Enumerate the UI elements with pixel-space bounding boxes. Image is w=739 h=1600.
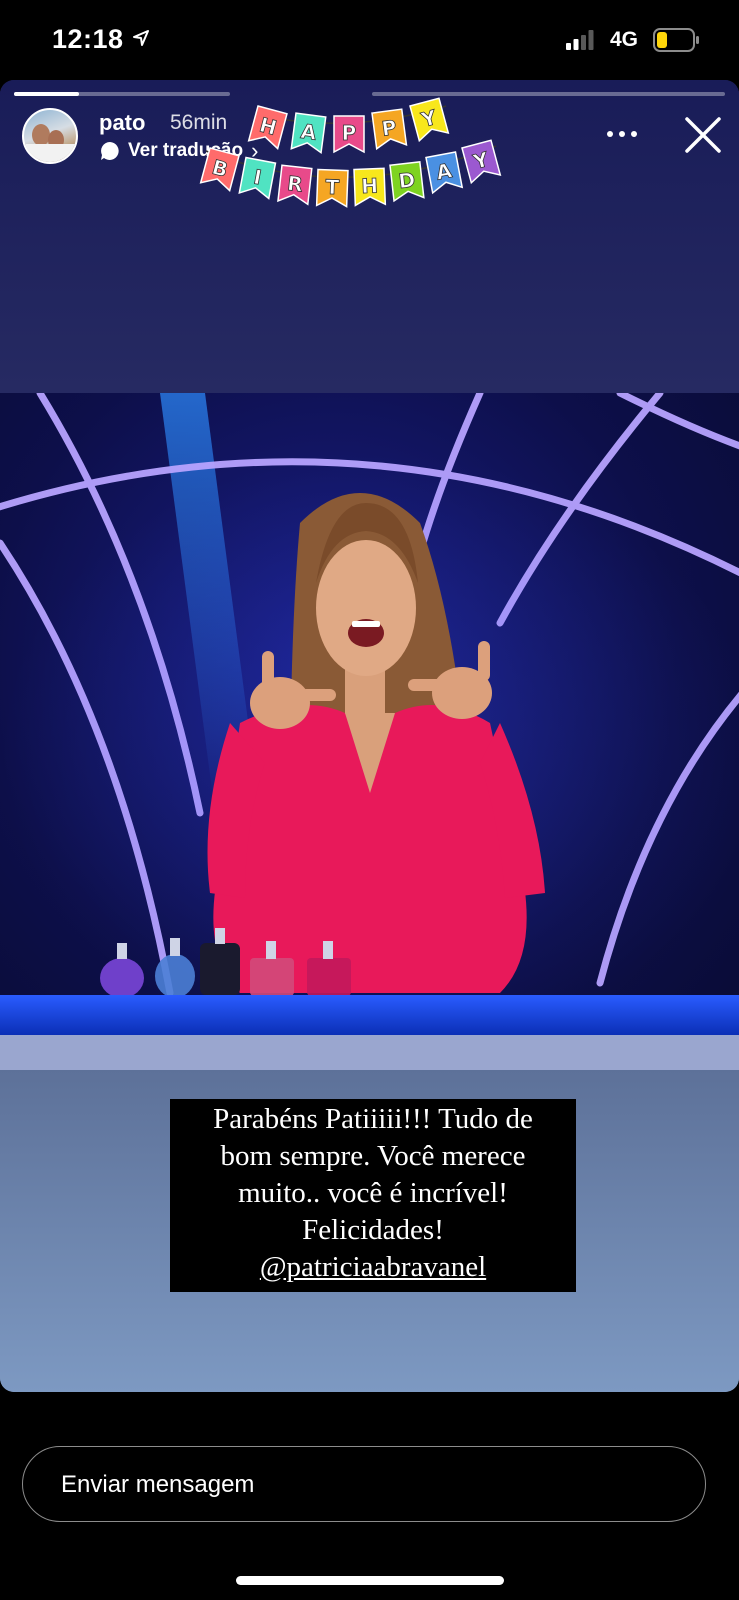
battery-low-icon [653,28,699,52]
send-message-input[interactable] [59,1447,663,1522]
close-button[interactable] [684,116,722,154]
story-caption: Parabéns Patiiiii!!! Tudo de bom sempre.… [170,1099,576,1292]
stage-photo-illustration [0,393,739,1070]
cellular-signal-icon [566,30,594,50]
birthday-flag: A [425,151,464,195]
birthday-flag: I [238,156,277,200]
status-bar: 12:18 4G [0,0,739,80]
birthday-flag: P [371,108,408,151]
happy-birthday-sticker[interactable]: HAPPY BIRTHDAY [196,96,516,226]
speech-bubble-icon [101,142,119,160]
birthday-flag: B [199,147,240,192]
birthday-flag-letter: D [397,168,416,194]
birthday-flag-letter: H [361,174,379,199]
caption-line: Felicidades! [302,1214,444,1246]
close-icon [685,117,721,153]
story-viewer[interactable]: pato 56min Ver tradução › HAPPY BIRTHDAY… [0,80,739,1392]
birthday-flag: A [290,112,327,155]
status-time: 12:18 [52,24,124,54]
birthday-flag: H [247,105,288,150]
home-indicator[interactable] [236,1576,504,1585]
birthday-flag: D [389,161,425,203]
birthday-flag-letter: R [286,171,304,197]
birthday-flag: R [277,164,313,206]
username[interactable]: pato [99,110,145,136]
caption-line: muito.. você é incrível! [238,1177,508,1209]
network-type: 4G [610,28,639,51]
birthday-flag: Y [409,97,450,143]
mention-link[interactable]: @patriciaabravanel [170,1249,576,1286]
caption-line: bom sempre. Você merece [220,1140,526,1172]
birthday-flag-letter: T [325,175,340,200]
story-photo [0,393,739,1070]
birthday-flag-letter: P [380,115,398,141]
birthday-flag: P [333,115,365,154]
location-arrow-icon [133,30,149,46]
birthday-flag: T [315,168,349,208]
birthday-flag: H [353,167,387,207]
story-progress-fill [14,92,79,96]
message-bar[interactable] [22,1446,706,1522]
more-horizontal-icon [607,131,637,137]
more-options-button[interactable] [604,124,640,144]
caption-line: Parabéns Patiiiii!!! Tudo de [213,1103,533,1135]
profile-avatar[interactable] [22,108,78,164]
birthday-flag-letter: P [342,121,357,145]
